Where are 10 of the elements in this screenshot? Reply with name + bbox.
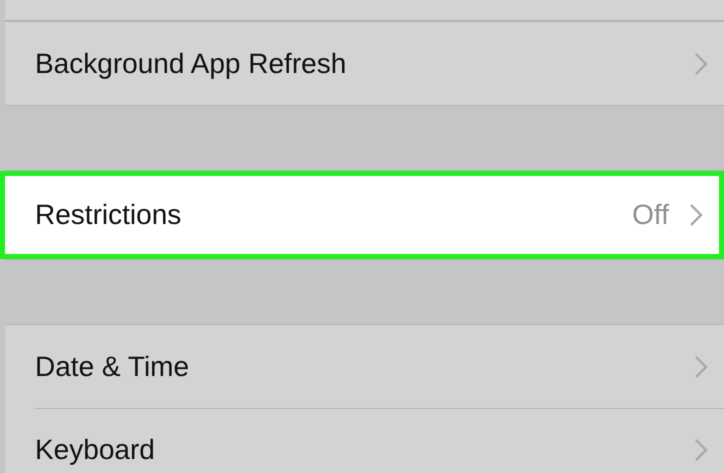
chevron-icon [694, 354, 708, 378]
row-label: Date & Time [35, 350, 190, 382]
chevron-icon [689, 203, 703, 227]
chevron-icon [694, 438, 708, 462]
row-label: Background App Refresh [35, 48, 348, 80]
row-value: Off [632, 199, 669, 231]
settings-row[interactable]: Restrictions Off [0, 171, 724, 259]
row-label: Keyboard [35, 434, 156, 466]
chevron-icon [694, 52, 708, 76]
row-label: Restrictions [35, 199, 182, 231]
